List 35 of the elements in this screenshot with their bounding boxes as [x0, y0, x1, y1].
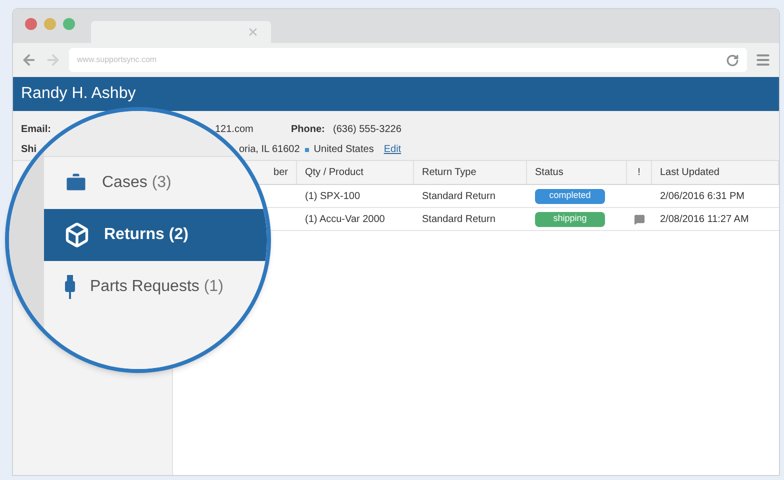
- country-value: United States: [314, 143, 374, 157]
- plug-icon: [64, 275, 76, 299]
- back-icon[interactable]: [21, 52, 37, 68]
- column-header: Last Updated: [652, 161, 779, 184]
- product-cell-text: (1) SPX-100: [304, 190, 362, 204]
- status-badge: completed: [535, 188, 605, 204]
- menu-icon[interactable]: [755, 52, 771, 68]
- sidebar-item[interactable]: Parts Requests (1): [44, 261, 267, 313]
- column-header: Return Type: [414, 161, 527, 184]
- close-icon[interactable]: [247, 26, 259, 38]
- last-updated-cell-text: 2/06/2016 6:31 PM: [659, 190, 746, 204]
- email-value: 121.com: [215, 123, 254, 137]
- last-updated-cell-text: 2/08/2016 11:27 AM: [659, 212, 750, 226]
- ship-label: Shi: [21, 143, 38, 157]
- address-value: oria, IL 61602: [239, 143, 300, 157]
- return-type-cell-text: Standard Return: [421, 212, 496, 226]
- email-label: Email:: [21, 123, 52, 137]
- maximize-window-button[interactable]: [63, 18, 75, 30]
- reload-icon[interactable]: [726, 54, 739, 66]
- forward-icon[interactable]: [45, 52, 61, 68]
- return-type-cell-text: Standard Return: [421, 190, 496, 204]
- column-header: !: [627, 161, 652, 184]
- status-badge: shipping: [535, 212, 605, 226]
- customer-name: Randy H. Ashby: [21, 84, 136, 104]
- phone-label: Phone:: [291, 123, 326, 137]
- cube-icon: [64, 222, 90, 248]
- edit-link[interactable]: Edit: [384, 142, 402, 157]
- comment-icon[interactable]: [634, 214, 645, 224]
- column-header: Qty / Product: [297, 161, 414, 184]
- column-header: Status: [527, 161, 627, 184]
- product-cell-text: (1) Accu-Var 2000: [304, 212, 386, 226]
- sidebar-item[interactable]: Returns (2): [44, 209, 267, 261]
- minimize-window-button[interactable]: [44, 18, 56, 30]
- phone-value: (636) 555-3226: [333, 123, 402, 137]
- close-window-button[interactable]: [25, 18, 37, 30]
